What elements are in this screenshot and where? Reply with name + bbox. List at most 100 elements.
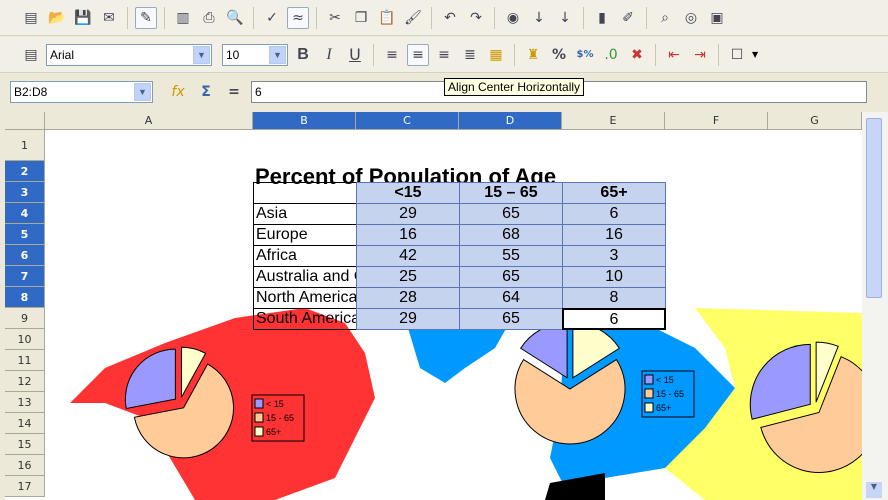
- value-cell[interactable]: 8: [562, 287, 666, 309]
- cell-A2[interactable]: [253, 182, 357, 204]
- align-right-icon[interactable]: ≡: [433, 44, 455, 66]
- chevron-down-icon[interactable]: ▼: [752, 50, 758, 59]
- paste-icon[interactable]: 📋: [376, 7, 398, 29]
- value-cell[interactable]: 6: [562, 203, 666, 225]
- increase-indent-icon[interactable]: ⇥: [689, 44, 711, 66]
- column-header-C[interactable]: C: [356, 112, 459, 130]
- row-header-1[interactable]: 1: [5, 130, 45, 161]
- email-icon[interactable]: ✉: [98, 7, 120, 29]
- sum-icon[interactable]: Σ: [195, 81, 217, 103]
- spreadsheet-grid[interactable]: A B C D E F G 1 2 3 4 5 6 7 8 9 10 11 12 13 14 15 16 17 < 15 15 …: [5, 112, 862, 500]
- value-cell[interactable]: 65: [459, 266, 563, 288]
- font-size-select[interactable]: 10 ▼: [222, 43, 288, 66]
- column-header-D[interactable]: D: [459, 112, 562, 130]
- value-cell[interactable]: 65: [459, 308, 563, 330]
- region-cell[interactable]: South America: [253, 308, 357, 330]
- row-header-16[interactable]: 16: [5, 455, 45, 476]
- value-cell[interactable]: 29: [356, 308, 460, 330]
- bold-button[interactable]: B: [292, 44, 314, 66]
- region-cell[interactable]: Africa: [253, 245, 357, 267]
- column-header-G[interactable]: G: [768, 112, 862, 130]
- value-cell[interactable]: 64: [459, 287, 563, 309]
- function-wizard-icon[interactable]: fx: [167, 81, 189, 103]
- value-cell[interactable]: 68: [459, 224, 563, 246]
- row-header-15[interactable]: 15: [5, 434, 45, 455]
- value-cell[interactable]: 6: [562, 308, 666, 330]
- region-cell[interactable]: Australia and Oceania: [253, 266, 357, 288]
- print-icon[interactable]: ⎙: [198, 7, 220, 29]
- name-box[interactable]: B2:D8 ▼: [10, 81, 153, 103]
- row-header-11[interactable]: 11: [5, 350, 45, 371]
- add-decimal-icon[interactable]: .0: [600, 44, 622, 66]
- vertical-scrollbar[interactable]: ▼: [862, 112, 888, 500]
- find-icon[interactable]: ⌕: [654, 7, 676, 29]
- edit-file-icon[interactable]: ✎: [135, 6, 157, 29]
- value-cell[interactable]: 16: [562, 224, 666, 246]
- value-cell[interactable]: 29: [356, 203, 460, 225]
- delete-decimal-icon[interactable]: ✖: [626, 44, 648, 66]
- value-cell[interactable]: 42: [356, 245, 460, 267]
- value-cell[interactable]: 10: [562, 266, 666, 288]
- value-cell[interactable]: 28: [356, 287, 460, 309]
- page-preview-icon[interactable]: 🔍: [224, 7, 246, 29]
- align-center-icon[interactable]: ≡: [407, 43, 429, 66]
- font-name-select[interactable]: Arial ▼: [46, 43, 212, 66]
- row-header-17[interactable]: 17: [5, 476, 45, 497]
- region-cell[interactable]: Asia: [253, 203, 357, 225]
- sort-ascending-icon[interactable]: ↓: [528, 7, 550, 29]
- column-header-E[interactable]: E: [562, 112, 665, 130]
- column-heading-cell[interactable]: 65+: [562, 182, 666, 204]
- scroll-down-icon[interactable]: ▼: [866, 482, 882, 498]
- value-cell[interactable]: 25: [356, 266, 460, 288]
- undo-icon[interactable]: ↶: [439, 7, 461, 29]
- column-header-B[interactable]: B: [253, 112, 356, 130]
- column-header-F[interactable]: F: [665, 112, 768, 130]
- autospellcheck-icon[interactable]: ≈: [287, 6, 309, 29]
- row-header-5[interactable]: 5: [5, 224, 45, 245]
- italic-button[interactable]: I: [318, 44, 340, 66]
- anchor-icon[interactable]: ▤: [20, 44, 42, 66]
- row-header-3[interactable]: 3: [5, 182, 45, 203]
- copy-icon[interactable]: ❐: [350, 7, 372, 29]
- select-all-corner[interactable]: [5, 112, 45, 130]
- percent-button[interactable]: %: [548, 44, 570, 66]
- row-header-7[interactable]: 7: [5, 266, 45, 287]
- scroll-thumb[interactable]: [866, 118, 882, 298]
- export-pdf-icon[interactable]: ▥: [172, 7, 194, 29]
- justify-icon[interactable]: ≣: [459, 44, 481, 66]
- row-header-12[interactable]: 12: [5, 371, 45, 392]
- decrease-indent-icon[interactable]: ⇤: [663, 44, 685, 66]
- format-paintbrush-icon[interactable]: 🖌: [402, 7, 424, 29]
- row-header-2[interactable]: 2: [5, 161, 45, 182]
- row-header-9[interactable]: 9: [5, 308, 45, 329]
- row-header-6[interactable]: 6: [5, 245, 45, 266]
- navigator-icon[interactable]: ◉: [502, 7, 524, 29]
- row-header-14[interactable]: 14: [5, 413, 45, 434]
- image-icon[interactable]: ▣: [706, 7, 728, 29]
- chart-icon[interactable]: ▮: [591, 7, 613, 29]
- value-cell[interactable]: 16: [356, 224, 460, 246]
- column-header-A[interactable]: A: [45, 112, 253, 130]
- align-left-icon[interactable]: ≡: [381, 44, 403, 66]
- column-heading-cell[interactable]: 15 – 65: [459, 182, 563, 204]
- draw-functions-icon[interactable]: ✐: [617, 7, 639, 29]
- region-cell[interactable]: Europe: [253, 224, 357, 246]
- redo-icon[interactable]: ↷: [465, 7, 487, 29]
- value-cell[interactable]: 65: [459, 203, 563, 225]
- value-cell[interactable]: 3: [562, 245, 666, 267]
- merge-cells-icon[interactable]: ▦: [485, 44, 507, 66]
- sort-descending-icon[interactable]: ↓: [554, 7, 576, 29]
- map-chart[interactable]: < 15 15 - 65 65+ < 15 15 - 65 65+: [45, 308, 862, 500]
- open-icon[interactable]: 📂: [46, 7, 68, 29]
- currency-icon[interactable]: ♜: [522, 44, 544, 66]
- number-format-button[interactable]: $%: [574, 44, 596, 66]
- row-header-4[interactable]: 4: [5, 203, 45, 224]
- gallery-icon[interactable]: ◎: [680, 7, 702, 29]
- formula-button[interactable]: =: [223, 81, 245, 103]
- borders-icon[interactable]: ☐: [726, 44, 748, 66]
- row-header-13[interactable]: 13: [5, 392, 45, 413]
- row-header-10[interactable]: 10: [5, 329, 45, 350]
- save-icon[interactable]: 💾: [72, 7, 94, 29]
- region-cell[interactable]: North America: [253, 287, 357, 309]
- spellcheck-icon[interactable]: ✓: [261, 7, 283, 29]
